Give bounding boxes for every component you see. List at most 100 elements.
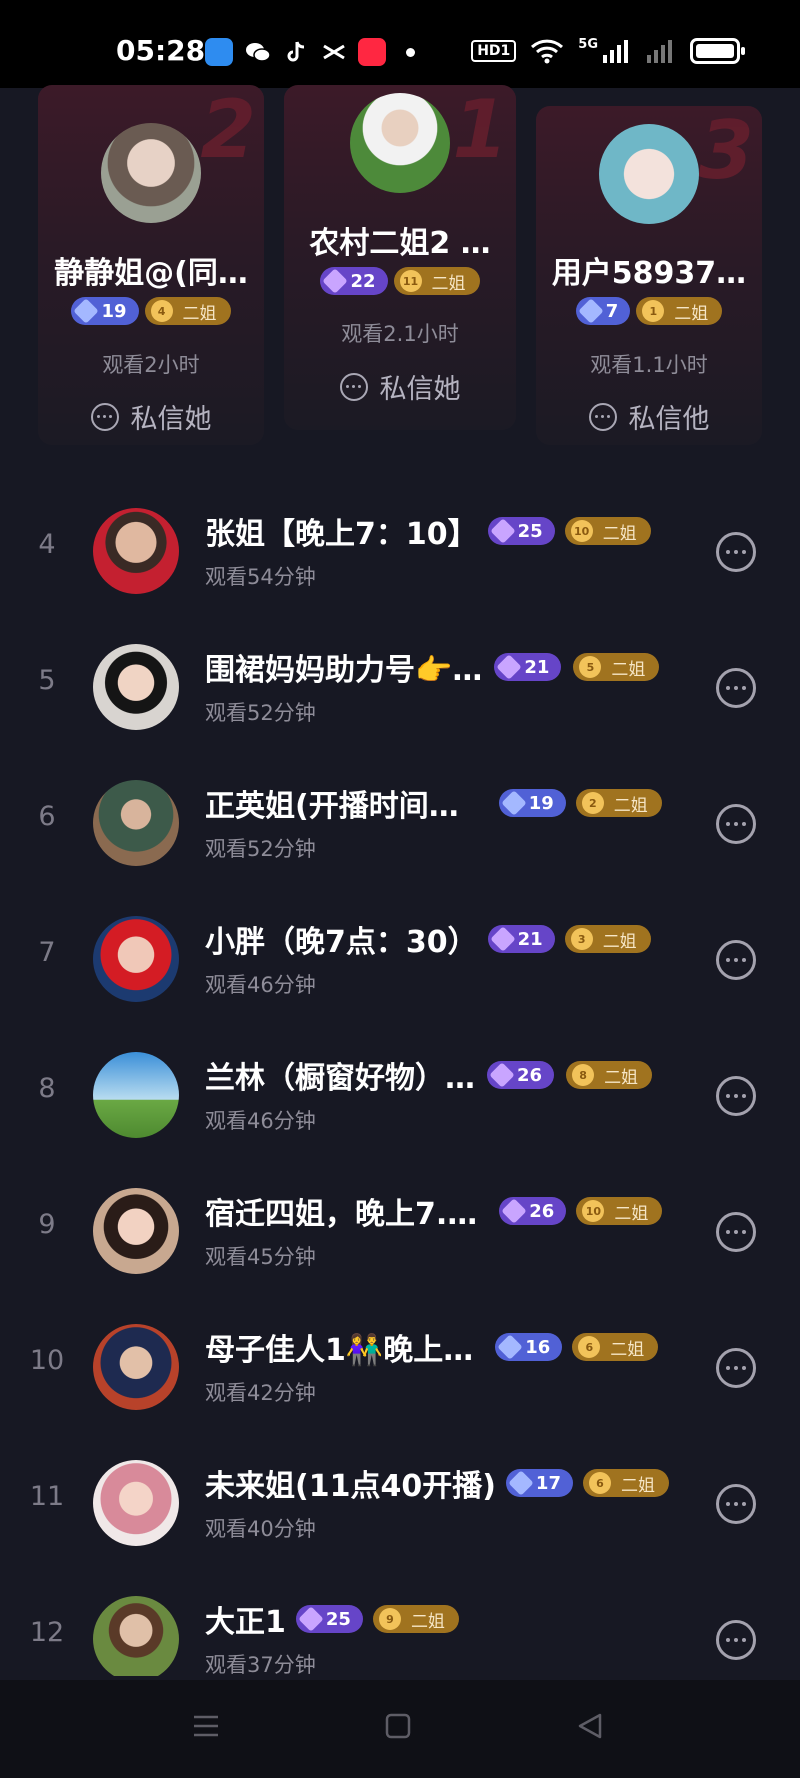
watch-time: 观看54分钟 (205, 565, 316, 589)
fan-badge: 8 二姐 (566, 1061, 653, 1089)
list-item[interactable]: 8 兰林（橱窗好物）… 26 8 二姐 观看46分钟 (0, 1027, 800, 1163)
heart-icon: 8 (572, 1064, 595, 1086)
message-label: 私信她 (379, 374, 461, 405)
avatar[interactable] (93, 1460, 179, 1546)
heart-icon: 5 (579, 656, 602, 678)
avatar[interactable] (93, 1052, 179, 1138)
avatar[interactable] (101, 123, 201, 223)
fan-label: 二姐 (614, 1203, 649, 1224)
list-item[interactable]: 5 围裙妈妈助力号👉… 21 5 二姐 观看52分钟 (0, 619, 800, 755)
list-item[interactable]: 4 张姐【晚上7：10】 25 10 二姐 观看54分钟 (0, 483, 800, 619)
podium-name: 静静姐@(同… (54, 256, 248, 291)
fan-badge: 5 二姐 (573, 653, 660, 681)
message-label: 私信她 (130, 404, 212, 435)
fan-badge: 11 二姐 (393, 267, 480, 295)
chat-bubble-icon[interactable] (716, 1484, 756, 1524)
avatar[interactable] (93, 644, 179, 730)
podium-card-2[interactable]: 2 静静姐@(同… 19 4 二姐 观看2小时 私信她 (38, 85, 264, 445)
status-bar: 05:28 HD1 5G (0, 0, 800, 88)
back-icon[interactable] (574, 1710, 606, 1742)
heart-icon: 11 (399, 270, 422, 292)
podium-card-1[interactable]: 1 农村二姐2 … 22 11 二姐 观看2.1小时 私信她 (284, 85, 516, 430)
heart-icon: 10 (582, 1200, 605, 1222)
list-item[interactable]: 6 正英姐(开播时间… 19 2 二姐 观看52分钟 (0, 755, 800, 891)
gem-icon (322, 268, 349, 294)
fan-label: 二姐 (610, 1339, 645, 1360)
menu-icon[interactable] (190, 1710, 222, 1742)
chat-bubble-icon (90, 402, 119, 431)
fan-label: 二姐 (613, 795, 648, 816)
watch-time: 观看46分钟 (205, 1109, 316, 1133)
avatar[interactable] (93, 1188, 179, 1274)
gem-icon (489, 926, 516, 952)
level-number: 16 (525, 1336, 551, 1358)
gem-icon (496, 654, 523, 680)
notification-dot (406, 48, 415, 57)
gem-icon (497, 1334, 523, 1360)
level-number: 21 (524, 656, 550, 678)
watch-time: 观看37分钟 (205, 1653, 316, 1676)
avatar[interactable] (93, 1596, 179, 1676)
heart-icon: 3 (570, 928, 593, 950)
message-button[interactable]: 私信他 (536, 397, 762, 436)
avatar[interactable] (350, 93, 450, 193)
gem-icon (578, 298, 604, 324)
list-item[interactable]: 7 小胖（晚7点：30） 21 3 二姐 观看46分钟 (0, 891, 800, 1027)
message-label: 私信他 (628, 404, 710, 435)
level-badge: 16 (495, 1333, 563, 1361)
podium-name: 农村二姐2 … (309, 226, 491, 261)
chat-bubble-icon[interactable] (716, 1348, 756, 1388)
avatar[interactable] (93, 780, 179, 866)
level-number: 26 (517, 1064, 543, 1086)
fan-label: 二姐 (182, 303, 217, 324)
chat-bubble-icon[interactable] (716, 1212, 756, 1252)
home-icon[interactable] (382, 1710, 414, 1742)
list-item[interactable]: 9 宿迁四姐，晚上7.… 26 10 二姐 观看45分钟 (0, 1163, 800, 1299)
gem-icon (489, 518, 516, 544)
level-badge: 22 (320, 267, 388, 295)
avatar[interactable] (93, 916, 179, 1002)
list-item[interactable]: 12 大正1 25 9 二姐 观看37分钟 (0, 1571, 800, 1676)
rank-number: 7 (38, 937, 56, 968)
chat-bubble-icon[interactable] (716, 668, 756, 708)
level-badge: 19 (498, 789, 566, 817)
watch-time: 观看2.1小时 (341, 322, 459, 346)
message-button[interactable]: 私信她 (38, 397, 264, 436)
xiaohongshu-icon (358, 38, 386, 66)
heart-icon: 1 (642, 300, 665, 322)
fan-label: 二姐 (674, 303, 709, 324)
watch-time: 观看52分钟 (205, 701, 316, 725)
capcut-icon (323, 44, 345, 60)
chat-bubble-icon[interactable] (716, 1620, 756, 1660)
level-badge: 25 (295, 1605, 363, 1633)
fan-label: 二姐 (620, 1475, 655, 1496)
level-number: 26 (529, 1200, 555, 1222)
heart-icon: 6 (588, 1472, 611, 1494)
rank-number: 8 (38, 1073, 56, 1104)
list-item[interactable]: 11 未来姐(11点40开播) 17 6 二姐 观看40分钟 (0, 1435, 800, 1571)
chat-bubble-icon[interactable] (716, 804, 756, 844)
level-number: 25 (517, 520, 543, 542)
gem-icon (501, 1198, 528, 1224)
list-item[interactable]: 10 母子佳人1👫晚上… 16 6 二姐 观看42分钟 (0, 1299, 800, 1435)
avatar[interactable] (599, 124, 699, 224)
user-name: 小胖（晚7点：30） (205, 925, 478, 960)
fan-badge: 10 二姐 (576, 1197, 663, 1225)
message-button[interactable]: 私信她 (284, 367, 516, 406)
hd-indicator: HD1 (471, 40, 517, 62)
level-number: 21 (517, 928, 543, 950)
podium-card-3[interactable]: 3 用户58937… 7 1 二姐 观看1.1小时 私信他 (536, 106, 762, 445)
heart-icon: 10 (570, 520, 593, 542)
chat-bubble-icon[interactable] (716, 940, 756, 980)
gem-icon (508, 1470, 534, 1496)
avatar[interactable] (93, 1324, 179, 1410)
chat-bubble-icon[interactable] (716, 532, 756, 572)
avatar[interactable] (93, 508, 179, 594)
rank-number: 11 (29, 1481, 65, 1512)
fan-badge: 1 二姐 (636, 297, 723, 325)
user-name: 大正1 (205, 1605, 286, 1640)
chat-bubble-icon[interactable] (716, 1076, 756, 1116)
fan-label: 二姐 (602, 931, 637, 952)
podium-rank: 1 (452, 85, 508, 176)
watch-time: 观看52分钟 (205, 837, 316, 861)
